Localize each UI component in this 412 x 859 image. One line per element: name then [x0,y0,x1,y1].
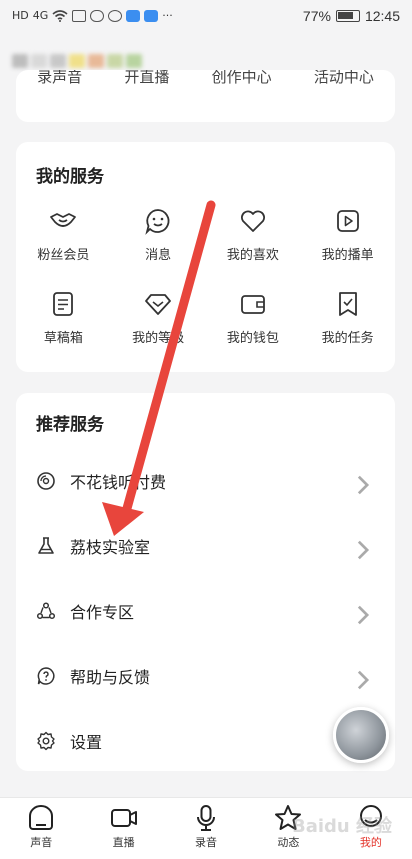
heart-icon [240,210,265,232]
service-label: 我的喜欢 [226,248,279,263]
recommend-services-card: 推荐服务 不花钱听付费 荔枝实验室 合作专区 帮助与反馈 设置 [16,393,395,771]
message-icon [145,209,170,235]
service-label: 草稿箱 [43,331,83,346]
nav-label: 声音 [30,836,53,849]
shortcut-activity-center[interactable]: 活动中心 [314,70,374,87]
flask-icon [38,536,54,554]
playlist-icon [336,210,359,232]
my-services-card: 我的服务 粉丝会员 消息 我的喜欢 我的播单 草稿箱 我的等级 我的钱包 我的任… [16,142,395,372]
task-icon [338,292,357,316]
nav-live[interactable]: 直播 [82,798,164,859]
chevron-right-icon [357,605,370,624]
service-label: 我的钱包 [226,331,279,346]
service-label: 我的等级 [132,331,185,346]
nav-label: 录音 [195,836,218,849]
recommend-label: 设置 [70,732,103,752]
chevron-right-icon [357,475,370,494]
cloud-icon [126,10,141,22]
wallet-icon [240,295,265,314]
settings-icon [37,731,55,750]
help-icon [37,666,55,685]
notification-icon [72,10,87,22]
recommend-label: 荔枝实验室 [70,537,151,557]
recommend-item-help[interactable]: 帮助与反馈 [16,643,395,708]
watermark: Baidu 经验 [291,816,392,837]
recommend-item-lab[interactable]: 荔枝实验室 [16,513,395,578]
service-label: 我的任务 [321,331,374,346]
status-bar-right: 77% 12:45 [303,8,400,24]
service-label: 我的播单 [321,248,374,263]
cooperation-icon [36,601,56,619]
shield-icon [90,10,105,22]
my-services-title: 我的服务 [36,167,104,187]
blurred-username [12,54,142,68]
recommend-label: 合作专区 [70,602,135,622]
clock: 12:45 [364,8,400,24]
recommend-label: 帮助与反馈 [70,667,151,687]
nav-label: 直播 [112,836,135,849]
draft-icon [53,292,74,316]
shortcut-live[interactable]: 开直播 [124,70,169,87]
cloud-icon-2 [144,10,159,22]
nav-sound[interactable]: 声音 [0,798,82,859]
level-icon [145,294,172,315]
service-message[interactable]: 消息 [111,206,206,263]
network-indicator: 4G [32,9,49,22]
fan-member-icon [50,213,77,227]
service-level[interactable]: 我的等级 [111,289,206,346]
more-notifications: ··· [162,9,173,22]
service-label: 消息 [145,248,172,263]
creator-shortcuts-row: 录声音 开直播 创作中心 活动中心 [16,70,395,101]
service-fan-member[interactable]: 粉丝会员 [16,206,111,263]
floating-player-button[interactable] [333,707,389,763]
disc-icon [37,471,55,490]
service-favorites[interactable]: 我的喜欢 [206,206,301,263]
creator-shortcuts-card: 录声音 开直播 创作中心 活动中心 [16,70,395,122]
service-label: 粉丝会员 [37,248,90,263]
battery-percent: 77% [302,8,331,24]
hd-indicator: HD [12,9,29,22]
nav-record[interactable]: 录音 [165,798,247,859]
sound-icon [29,805,54,830]
recommend-services-title: 推荐服务 [36,415,104,435]
live-icon [110,809,137,827]
recommend-item-free-listen[interactable]: 不花钱听付费 [16,448,395,513]
app-notification-icon [108,10,123,22]
my-services-grid: 粉丝会员 消息 我的喜欢 我的播单 草稿箱 我的等级 我的钱包 我的任务 [16,206,395,346]
status-bar-left: HD 4G ··· [12,9,173,23]
recommend-item-cooperation[interactable]: 合作专区 [16,578,395,643]
wifi-icon [52,10,68,22]
service-tasks[interactable]: 我的任务 [300,289,395,346]
chevron-right-icon [357,670,370,689]
service-drafts[interactable]: 草稿箱 [16,289,111,346]
status-bar: HD 4G ··· 77% 12:45 [0,0,412,32]
shortcut-creator-center[interactable]: 创作中心 [212,70,272,87]
microphone-icon [197,805,216,831]
chevron-right-icon [357,540,370,559]
service-wallet[interactable]: 我的钱包 [206,289,301,346]
service-playlist[interactable]: 我的播单 [300,206,395,263]
recommend-label: 不花钱听付费 [70,472,167,492]
battery-icon [335,10,360,22]
shortcut-record[interactable]: 录声音 [37,70,82,87]
